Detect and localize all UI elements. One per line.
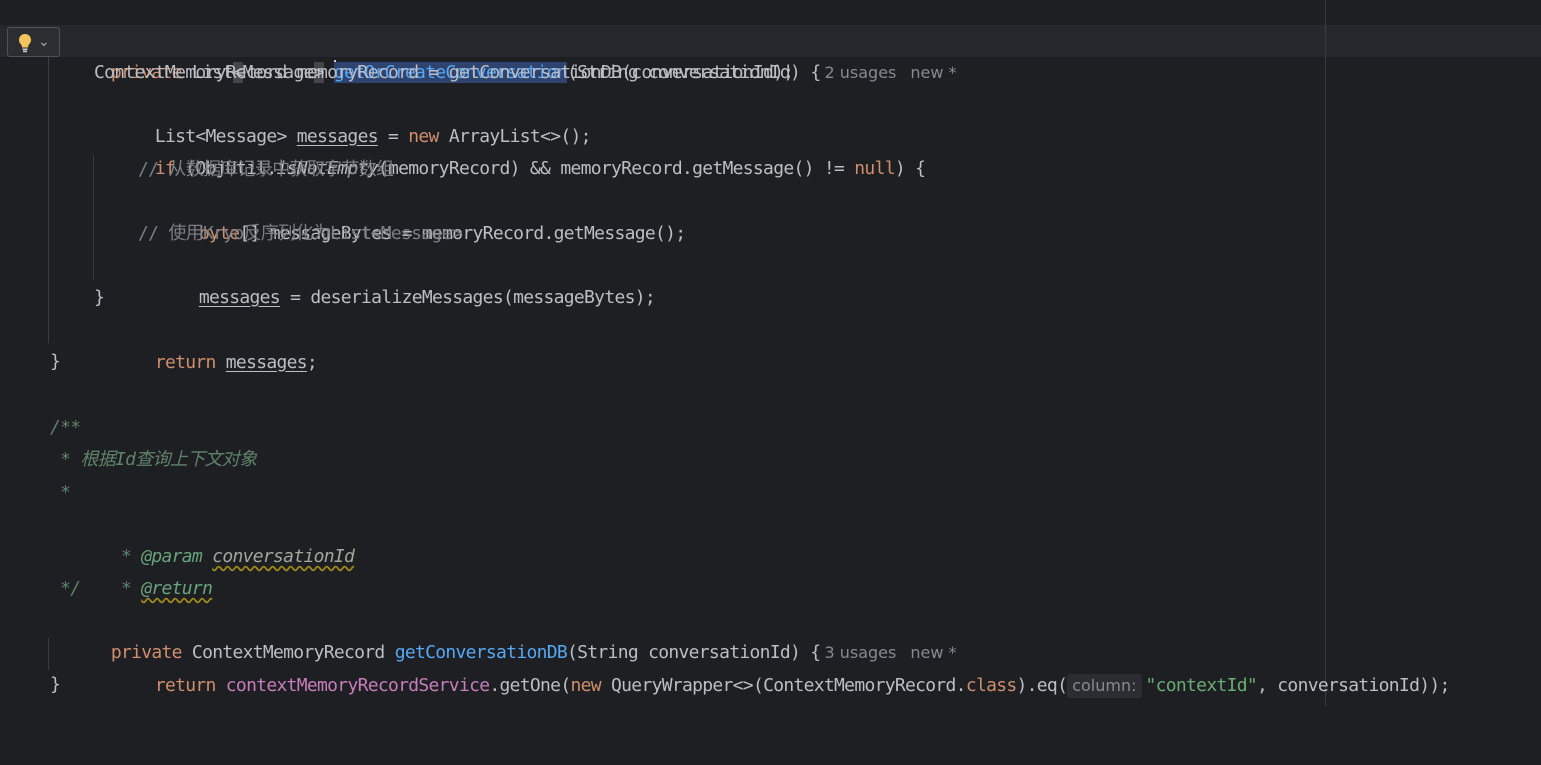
code-line-12[interactable]: /**: [0, 412, 1541, 444]
doc-comment: */: [50, 578, 81, 599]
code-line-20[interactable]: }: [0, 669, 1541, 701]
code-line-2[interactable]: ContextMemoryRecord memoryRecord = getCo…: [0, 57, 1541, 89]
code-line-10[interactable]: return messages;: [0, 315, 1541, 373]
code-line-18[interactable]: private ContextMemoryRecord getConversat…: [0, 605, 1541, 663]
code-line-5[interactable]: // 从数据库记录中获取字节数组: [0, 154, 1541, 186]
code-line-9[interactable]: }: [0, 282, 1541, 314]
line-comment: // 使用Kryo反序列化为List<Message>: [138, 223, 463, 244]
code-line-16[interactable]: * @return: [0, 541, 1541, 599]
code-line-13[interactable]: * 根据Id查询上下文对象: [0, 444, 1541, 476]
doc-comment: *: [50, 482, 71, 503]
doc-comment: * 根据Id查询上下文对象: [50, 449, 257, 470]
code-editor[interactable]: ⌄ private List<Message> getOrCreateConve…: [0, 0, 1541, 706]
code-line-1[interactable]: private List<Message> getOrCreateConvers…: [0, 25, 1541, 83]
doc-comment: /**: [50, 417, 81, 438]
code-line-6[interactable]: byte[] messageBytes = memoryRecord.getMe…: [0, 186, 1541, 244]
closing-brace: }: [50, 351, 61, 372]
code-line-3[interactable]: List<Message> messages = new ArrayList<>…: [0, 89, 1541, 147]
code-line-19[interactable]: return contextMemoryRecordService.getOne…: [0, 638, 1541, 698]
code-line-8[interactable]: messages = deserializeMessages(messageBy…: [0, 250, 1541, 308]
code-text: ContextMemoryRecord memoryRecord = getCo…: [94, 62, 794, 83]
line-comment: // 从数据库记录中获取字节数组: [138, 159, 394, 180]
code-line-14[interactable]: *: [0, 477, 1541, 509]
code-line-15[interactable]: * @param conversationId: [0, 509, 1541, 567]
code-line-4[interactable]: if (ObjUtil.isNotEmpty(memoryRecord) && …: [0, 121, 1541, 179]
code-line-17[interactable]: */: [0, 573, 1541, 605]
code-line-7[interactable]: // 使用Kryo反序列化为List<Message>: [0, 218, 1541, 250]
closing-brace: }: [50, 674, 61, 695]
closing-brace: }: [94, 287, 105, 308]
code-line-11[interactable]: }: [0, 346, 1541, 378]
